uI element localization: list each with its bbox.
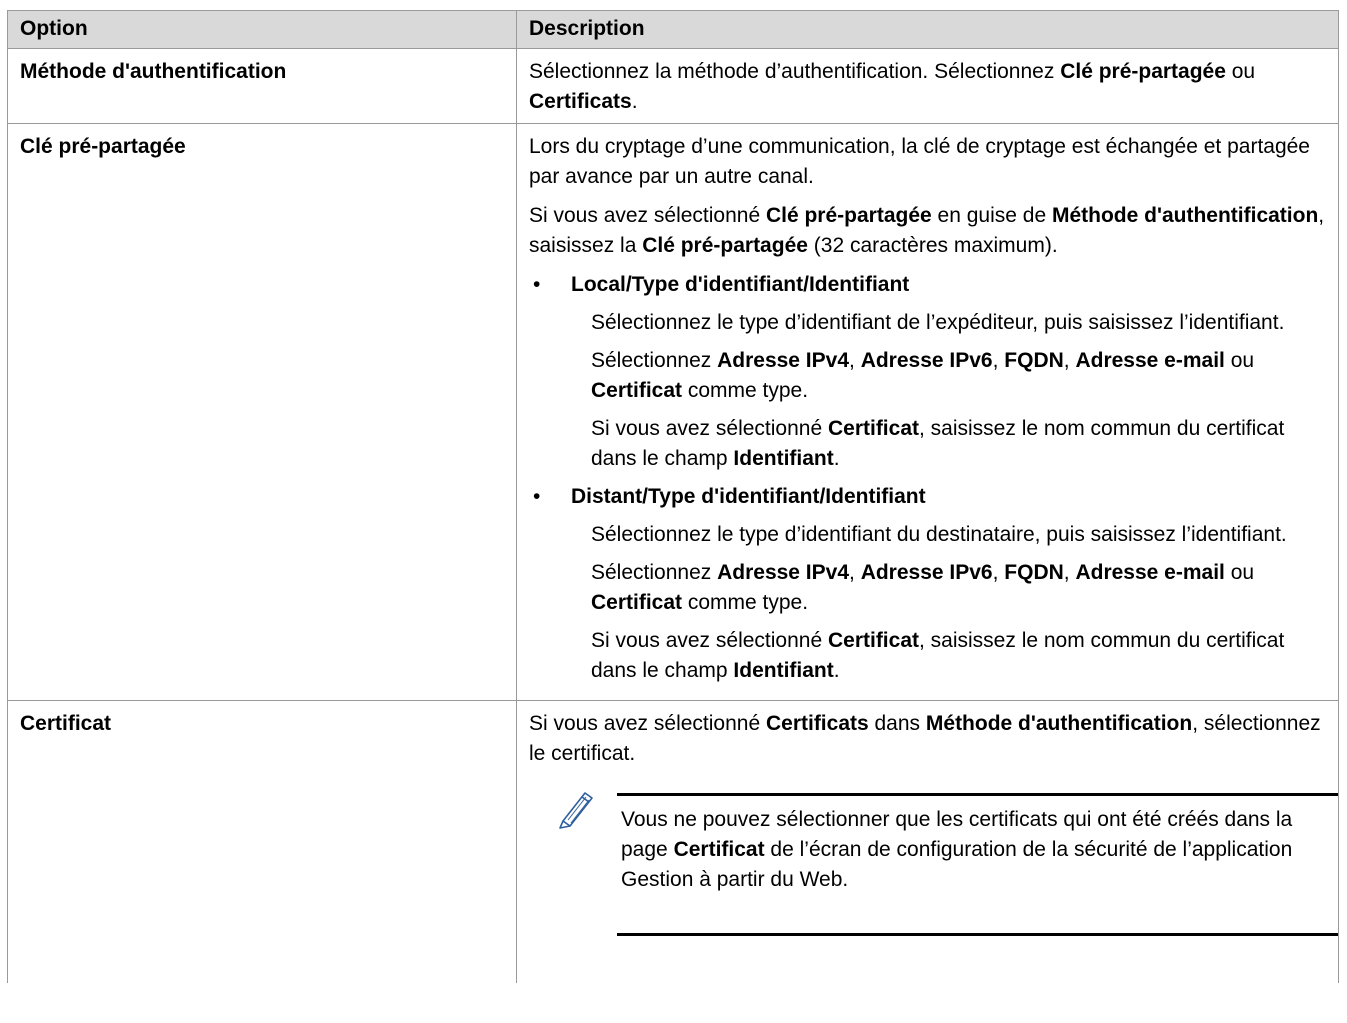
description-cell: Lors du cryptage d’une communication, la… <box>516 123 1339 701</box>
option-cell: Méthode d'authentification <box>7 48 517 124</box>
header-option: Option <box>7 10 517 49</box>
pencil-note-icon <box>559 792 593 829</box>
bullet-body: Sélectionnez le type d’identifiant du de… <box>591 520 1326 686</box>
option-cell: Certificat <box>7 700 517 983</box>
bullet-text: Si vous avez sélectionné Certificat, sai… <box>591 629 1285 682</box>
description-text: Si vous avez sélectionné Clé pré-partagé… <box>529 204 1325 257</box>
table-header-row: Option Description <box>7 10 1339 49</box>
bullet-icon: • <box>533 485 541 508</box>
description-cell: Sélectionnez la méthode d’authentificati… <box>516 48 1339 124</box>
options-table: Option Description Méthode d'authentific… <box>7 10 1339 983</box>
bullet-text: Si vous avez sélectionné Certificat, sai… <box>591 417 1285 470</box>
bullet-icon: • <box>533 273 541 296</box>
header-description: Description <box>516 10 1339 49</box>
option-cell: Clé pré-partagée <box>7 123 517 701</box>
bullet-title: Distant/Type d'identifiant/Identifiant <box>571 485 926 508</box>
note-top-rule <box>617 793 1338 796</box>
bullet-body: Sélectionnez le type d’identifiant de l’… <box>591 308 1326 474</box>
note-text: Vous ne pouvez sélectionner que les cert… <box>621 808 1293 891</box>
bullet-item: • Distant/Type d'identifiant/Identifiant <box>529 482 1326 512</box>
bullet-text: Sélectionnez Adresse IPv4, Adresse IPv6,… <box>591 561 1255 614</box>
table-row: Clé pré-partagée Lors du cryptage d’une … <box>7 123 1339 701</box>
bullet-title: Local/Type d'identifiant/Identifiant <box>571 273 910 296</box>
bullet-text: Sélectionnez le type d’identifiant du de… <box>591 523 1287 546</box>
description-text: Sélectionnez la méthode d’authentificati… <box>529 60 1256 113</box>
description-cell: Si vous avez sélectionné Certificats dan… <box>516 700 1339 983</box>
note-box: Vous ne pouvez sélectionner que les cert… <box>555 787 1338 977</box>
bullet-text: Sélectionnez Adresse IPv4, Adresse IPv6,… <box>591 349 1255 402</box>
table-row: Certificat Si vous avez sélectionné Cert… <box>7 700 1339 983</box>
table-row: Méthode d'authentification Sélectionnez … <box>7 48 1339 124</box>
note-bottom-rule <box>617 933 1338 936</box>
bullet-text: Sélectionnez le type d’identifiant de l’… <box>591 311 1285 334</box>
description-text: Lors du cryptage d’une communication, la… <box>529 135 1310 188</box>
bullet-item: • Local/Type d'identifiant/Identifiant <box>529 270 1326 300</box>
description-text: Si vous avez sélectionné Certificats dan… <box>529 712 1321 765</box>
